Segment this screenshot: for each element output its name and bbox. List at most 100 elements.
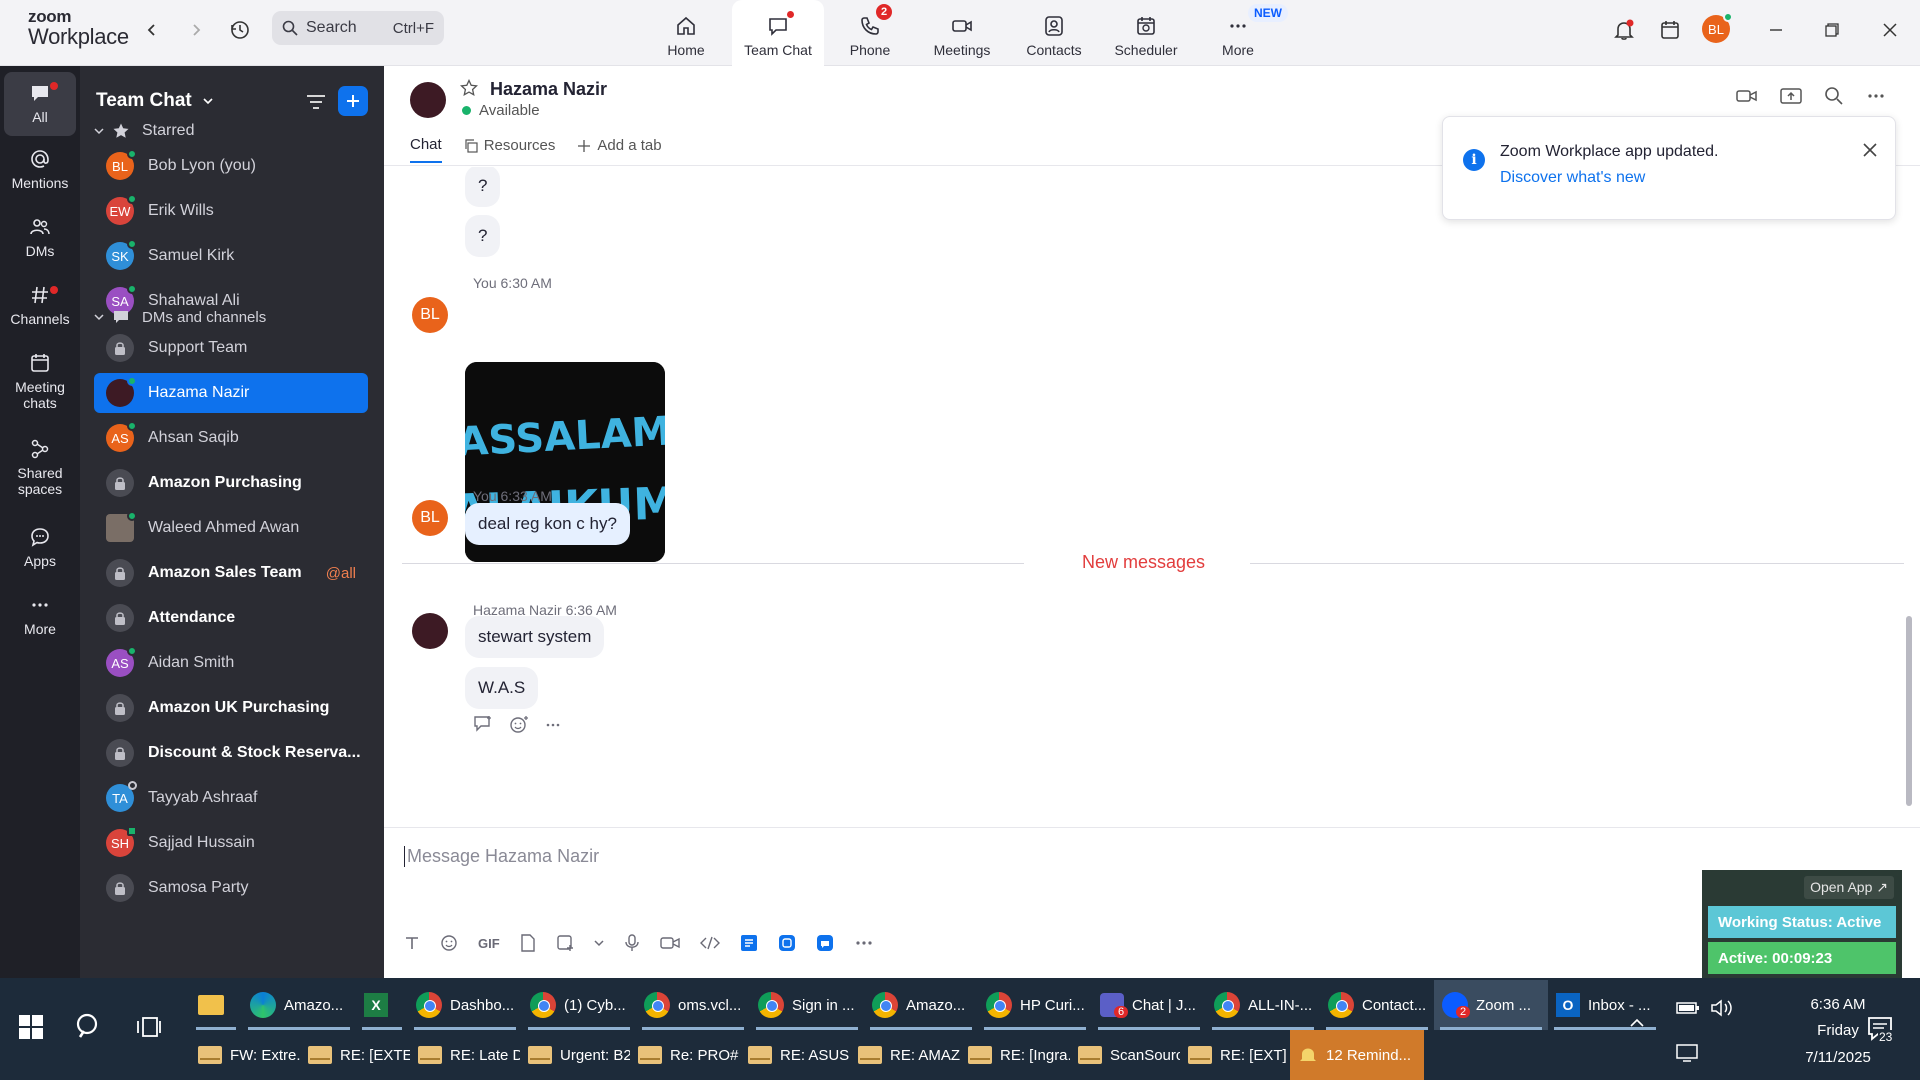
avatar[interactable] <box>412 613 448 649</box>
tab-scheduler[interactable]: Scheduler <box>1100 0 1192 66</box>
message-bubble[interactable]: ? <box>465 215 501 257</box>
notes-app-icon[interactable] <box>740 934 758 952</box>
mail-window-9[interactable]: RE: [EXT] R... <box>1180 1030 1290 1080</box>
text-format-icon[interactable] <box>404 935 420 951</box>
sidebar-item-tayyab-ashraaf[interactable]: TA Tayyab Ashraaf <box>94 778 368 818</box>
taskbar-app-3[interactable]: Dashbo... <box>408 980 522 1030</box>
search-icon[interactable] <box>74 1012 104 1042</box>
rail-channels[interactable]: Channels <box>4 284 76 327</box>
search-icon[interactable] <box>1824 86 1844 106</box>
message-bubble[interactable]: deal reg kon c hy? <box>465 503 630 545</box>
profile-avatar[interactable]: BL <box>1702 12 1733 43</box>
reply-icon[interactable] <box>473 715 493 733</box>
sidebar-title[interactable]: Team Chat <box>96 90 214 112</box>
sidebar-item-waleed-ahmed-awan[interactable]: Waleed Ahmed Awan <box>94 508 368 548</box>
mail-window-2[interactable]: RE: Late D... <box>410 1030 520 1080</box>
volume-icon[interactable] <box>1710 998 1734 1018</box>
sidebar-item-samuel-kirk[interactable]: SK Samuel Kirk <box>94 236 368 276</box>
reminders-window[interactable]: 12 Remind... <box>1290 1030 1424 1080</box>
screenshot-icon[interactable] <box>556 934 574 952</box>
mail-window-4[interactable]: Re: PRO# ... <box>630 1030 740 1080</box>
file-icon[interactable] <box>520 934 536 952</box>
sidebar-item-attendance[interactable]: Attendance <box>94 598 368 638</box>
rail-meeting-chats[interactable]: Meeting chats <box>4 352 76 411</box>
taskbar-app-11[interactable]: Contact... <box>1320 980 1434 1030</box>
dms-section[interactable]: DMs and channels <box>94 308 266 326</box>
task-view-icon[interactable] <box>136 1014 162 1040</box>
tab-more[interactable]: NEW More <box>1192 0 1288 66</box>
tab-chat[interactable]: Chat <box>410 136 442 163</box>
display-icon[interactable] <box>1676 1044 1698 1062</box>
taskbar-app-10[interactable]: ALL-IN-... <box>1206 980 1320 1030</box>
sidebar-item-amazon-sales-team[interactable]: Amazon Sales Team @all <box>94 553 368 593</box>
avatar[interactable]: BL <box>412 297 448 333</box>
open-app-button[interactable]: Open App ↗ <box>1804 876 1894 899</box>
more-dots-icon[interactable] <box>545 715 561 733</box>
mail-window-1[interactable]: RE: [EXTER... <box>300 1030 410 1080</box>
mail-window-6[interactable]: RE: AMAZ... <box>850 1030 960 1080</box>
taskbar-app-5[interactable]: oms.vcl... <box>636 980 750 1030</box>
new-chat-button[interactable] <box>338 86 368 116</box>
forward-button[interactable] <box>180 14 212 46</box>
starred-section[interactable]: Starred <box>94 122 194 140</box>
mail-window-7[interactable]: RE: [Ingra... <box>960 1030 1070 1080</box>
taskbar-app-7[interactable]: Amazo... <box>864 980 978 1030</box>
sidebar-item-ahsan-saqib[interactable]: AS Ahsan Saqib <box>94 418 368 458</box>
restore-button[interactable] <box>1814 14 1850 46</box>
contact-name[interactable]: Hazama Nazir <box>490 79 607 100</box>
chat-scrollbar[interactable] <box>1906 616 1912 806</box>
sidebar-item-erik-wills[interactable]: EW Erik Wills <box>94 191 368 231</box>
filter-button[interactable] <box>302 88 330 116</box>
rail-more[interactable]: More <box>4 594 76 637</box>
tab-contacts[interactable]: Contacts <box>1008 0 1100 66</box>
taskbar-app-6[interactable]: Sign in ... <box>750 980 864 1030</box>
message-bubble[interactable]: W.A.S <box>465 667 539 709</box>
sidebar-item-bob-lyon[interactable]: BL Bob Lyon (you) <box>94 146 368 186</box>
rail-apps[interactable]: Apps <box>4 526 76 569</box>
message-input[interactable]: Message Hazama Nazir <box>404 846 599 867</box>
docs-app-icon[interactable] <box>778 934 796 952</box>
tab-home[interactable]: Home <box>640 0 732 66</box>
sidebar-item-samosa-party[interactable]: Samosa Party <box>94 868 368 908</box>
notifications-button[interactable] <box>1606 14 1642 46</box>
tab-add[interactable]: Add a tab <box>577 136 662 163</box>
share-screen-icon[interactable] <box>1780 86 1802 106</box>
chevron-up-icon[interactable] <box>1628 1014 1646 1032</box>
tab-meetings[interactable]: Meetings <box>916 0 1008 66</box>
calendar-button[interactable] <box>1652 14 1688 46</box>
minimize-button[interactable] <box>1758 14 1794 46</box>
avatar[interactable]: BL <box>412 500 448 536</box>
emoji-icon[interactable] <box>440 934 458 952</box>
tab-team-chat[interactable]: Team Chat <box>732 0 824 67</box>
mail-window-3[interactable]: Urgent: B2... <box>520 1030 630 1080</box>
sidebar-item-sajjad-hussain[interactable]: SH Sajjad Hussain <box>94 823 368 863</box>
taskbar-app-12[interactable]: 2 Zoom ... <box>1434 980 1548 1030</box>
sidebar-item-amazon-purchasing[interactable]: Amazon Purchasing <box>94 463 368 503</box>
mail-window-8[interactable]: ScanSourc... <box>1070 1030 1180 1080</box>
taskbar-app-1[interactable]: Amazo... <box>242 980 356 1030</box>
video-message-icon[interactable] <box>659 935 680 951</box>
tab-resources[interactable]: Resources <box>464 136 555 163</box>
emoji-add-icon[interactable] <box>509 715 529 733</box>
search-box[interactable]: Search Ctrl+F <box>272 11 444 45</box>
history-button[interactable] <box>224 14 256 46</box>
taskbar-app-2[interactable]: X <box>356 980 408 1030</box>
message-bubble[interactable]: ? <box>465 167 501 207</box>
sidebar-item-support-team[interactable]: Support Team <box>94 328 368 368</box>
gif-button[interactable]: GIF <box>478 936 500 951</box>
toast-close-button[interactable] <box>1863 143 1877 162</box>
sidebar-item-discount-stock[interactable]: Discount & Stock Reserva... <box>94 733 368 773</box>
whiteboard-app-icon[interactable] <box>816 934 834 952</box>
more-dots-icon[interactable] <box>1866 86 1886 106</box>
back-button[interactable] <box>136 14 168 46</box>
mail-window-5[interactable]: RE: ASUS |... <box>740 1030 850 1080</box>
contact-avatar[interactable] <box>410 82 446 118</box>
taskbar-app-9[interactable]: 6 Chat | J... <box>1092 980 1206 1030</box>
message-composer[interactable]: Message Hazama Nazir GIF <box>384 827 1920 978</box>
chevron-down-icon[interactable] <box>594 938 604 948</box>
battery-icon[interactable] <box>1676 1000 1700 1016</box>
taskbar-app-0[interactable] <box>190 980 242 1030</box>
rail-dms[interactable]: DMs <box>4 216 76 259</box>
notification-center[interactable]: 23 <box>1866 1014 1896 1049</box>
microphone-icon[interactable] <box>624 934 640 952</box>
